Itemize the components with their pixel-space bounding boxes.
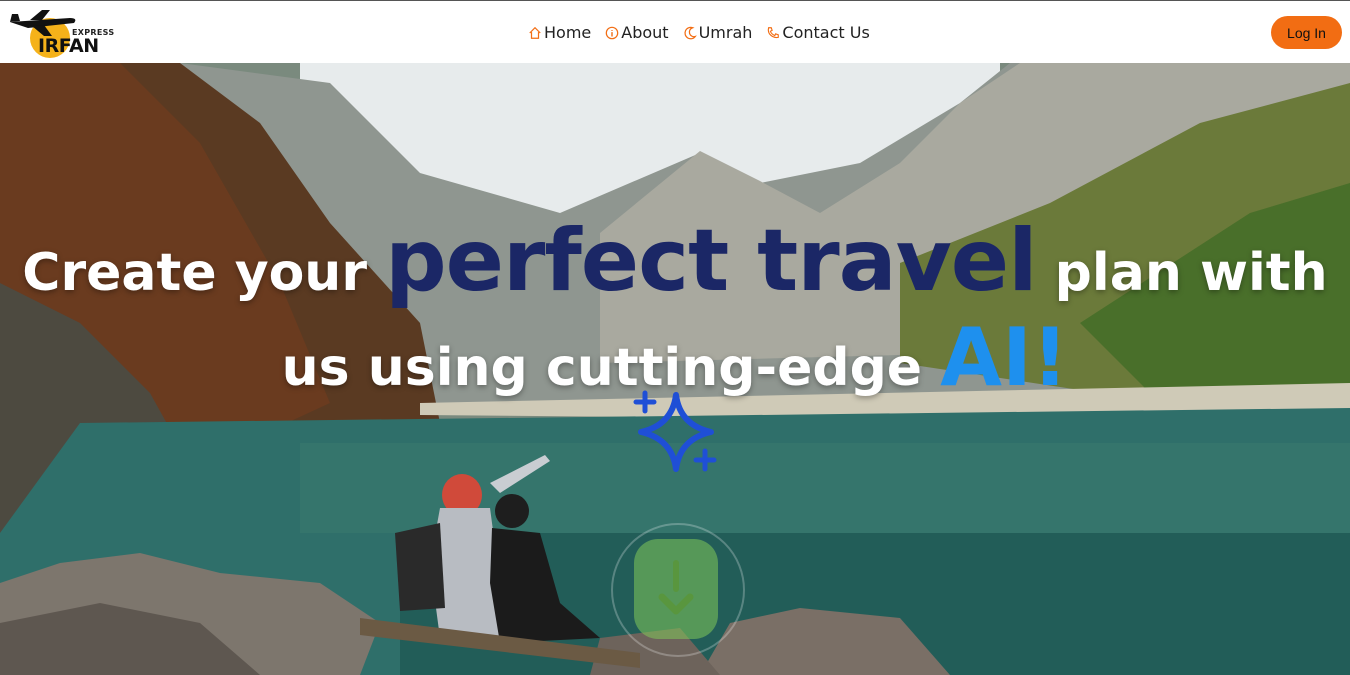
- nav-umrah[interactable]: Umrah: [683, 23, 753, 42]
- navbar: EXPRESS IRFAN Home About Umrah Contact U…: [0, 0, 1350, 63]
- hero-line2-start: us using cutting-edge: [281, 338, 941, 398]
- logo[interactable]: EXPRESS IRFAN: [8, 8, 114, 60]
- phone-icon: [768, 26, 780, 38]
- nav-contact[interactable]: Contact Us: [766, 23, 870, 42]
- hero-line1-highlight: perfect travel: [385, 211, 1037, 311]
- login-button[interactable]: Log In: [1271, 16, 1342, 49]
- nav-links: Home About Umrah Contact Us: [528, 1, 870, 64]
- hero-section: Create your perfect travel plan with us …: [0, 63, 1350, 675]
- hero-line1-end: plan with: [1036, 243, 1328, 303]
- nav-home[interactable]: Home: [528, 23, 591, 42]
- scroll-down-button[interactable]: [634, 539, 718, 639]
- info-icon: [605, 26, 619, 39]
- hero-line1-start: Create your: [22, 243, 386, 303]
- hero-headline-line1: Create your perfect travel plan with: [0, 211, 1350, 311]
- nav-about-label: About: [621, 23, 669, 42]
- nav-contact-label: Contact Us: [782, 23, 870, 42]
- scroll-down-icon: [658, 560, 694, 615]
- home-icon: [529, 26, 541, 39]
- sparkle-icon: [633, 390, 717, 472]
- nav-about[interactable]: About: [605, 23, 669, 42]
- airplane-icon: [10, 10, 76, 36]
- crescent-icon: [683, 26, 697, 39]
- logo-name: IRFAN: [38, 35, 99, 57]
- hero-line2-highlight: AI!: [940, 311, 1069, 404]
- nav-home-label: Home: [544, 23, 592, 42]
- nav-umrah-label: Umrah: [698, 23, 753, 42]
